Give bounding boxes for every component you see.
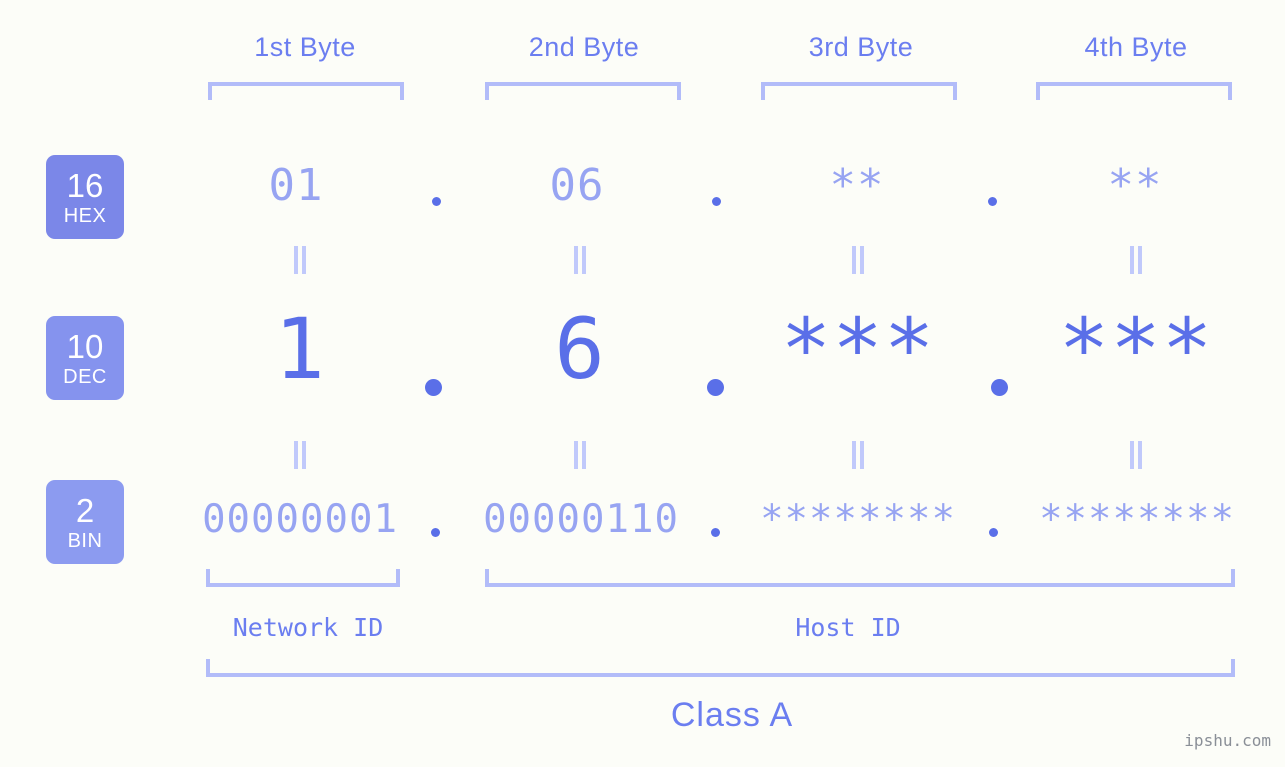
equality-connector-hex-dec-1 [292,246,308,274]
hex-byte-2: 06 [549,160,605,211]
bin-byte-4: ******** [1039,497,1235,542]
base-badge-hex: 16 HEX [46,155,124,239]
dec-separator-1 [425,379,442,396]
bin-separator-1 [431,528,440,537]
network-id-label: Network ID [232,613,384,642]
bin-separator-3 [989,528,998,537]
bottom-bracket-network-id [206,569,400,587]
base-badge-bin-name: BIN [67,529,103,552]
hex-byte-4: ** [1107,160,1163,211]
equality-connector-dec-bin-4 [1128,441,1144,469]
base-badge-bin: 2 BIN [46,480,124,564]
bottom-bracket-host-id [485,569,1235,587]
hex-separator-1 [432,197,441,206]
hex-byte-1: 01 [268,160,324,211]
base-badge-hex-number: 16 [66,166,104,204]
byte-header-4: 4th Byte [1084,32,1188,62]
top-bracket-byte-2 [485,82,681,100]
base-badge-dec-name: DEC [63,365,107,388]
dec-byte-3: *** [780,300,936,398]
host-id-label: Host ID [795,613,901,642]
byte-header-1: 1st Byte [254,32,356,62]
equality-connector-hex-dec-3 [850,246,866,274]
bin-byte-2: 00000110 [483,497,679,542]
bin-byte-1: 00000001 [202,497,398,542]
class-label: Class A [670,696,794,734]
equality-connector-hex-dec-2 [572,246,588,274]
dec-byte-1: 1 [274,300,326,398]
base-badge-hex-name: HEX [63,204,107,227]
byte-header-3: 3rd Byte [808,32,914,62]
equality-connector-dec-bin-1 [292,441,308,469]
dec-byte-2: 6 [554,300,606,398]
bottom-bracket-class [206,659,1235,677]
dec-separator-2 [707,379,724,396]
top-bracket-byte-1 [208,82,404,100]
equality-connector-hex-dec-4 [1128,246,1144,274]
byte-header-2: 2nd Byte [528,32,640,62]
base-badge-bin-number: 2 [75,491,95,529]
equality-connector-dec-bin-3 [850,441,866,469]
top-bracket-byte-4 [1036,82,1232,100]
ip-byte-diagram: 1st Byte 2nd Byte 3rd Byte 4th Byte 16 H… [0,0,1285,767]
hex-separator-2 [712,197,721,206]
bin-separator-2 [711,528,720,537]
site-watermark: ipshu.com [1184,731,1271,750]
base-badge-dec: 10 DEC [46,316,124,400]
top-bracket-byte-3 [761,82,957,100]
equality-connector-dec-bin-2 [572,441,588,469]
dec-byte-4: *** [1058,300,1214,398]
base-badge-dec-number: 10 [66,327,104,365]
dec-separator-3 [991,379,1008,396]
hex-separator-3 [988,197,997,206]
bin-byte-3: ******** [760,497,956,542]
hex-byte-3: ** [829,160,885,211]
